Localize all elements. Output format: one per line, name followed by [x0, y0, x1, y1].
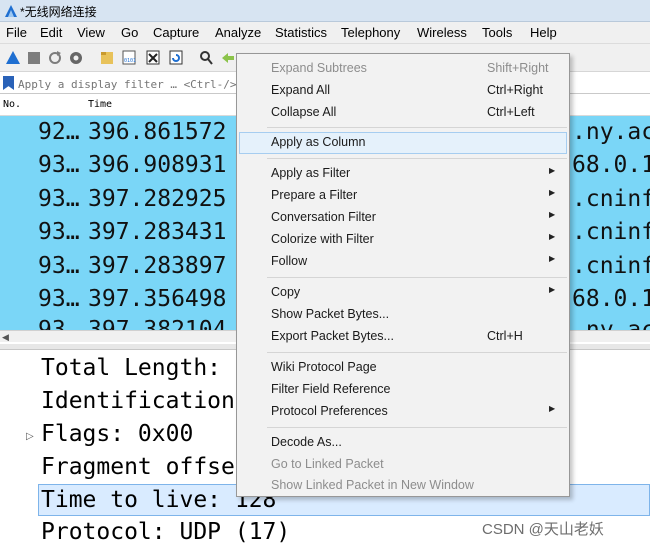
menu-wireless[interactable]: Wireless [417, 25, 467, 40]
packet-time: 397.283431 [88, 219, 227, 245]
watermark: CSDN @天山老妖 [482, 521, 604, 538]
options-icon[interactable] [68, 49, 84, 66]
menu-file[interactable]: File [6, 25, 27, 40]
menu-item-wiki-protocol-page[interactable]: Wiki Protocol Page [239, 357, 567, 378]
packet-time: 396.861572 [88, 119, 227, 145]
submenu-arrow-icon: ▶ [549, 232, 556, 241]
packet-number: 93… [38, 219, 80, 245]
menu-help[interactable]: Help [530, 25, 557, 40]
menu-item-expand-all[interactable]: Expand All Ctrl+Right [239, 80, 567, 101]
svg-text:0101: 0101 [124, 58, 136, 64]
menu-separator [267, 427, 567, 428]
menu-item-colorize-with-filter[interactable]: Colorize with Filter ▶ [239, 229, 567, 250]
submenu-arrow-icon: ▶ [549, 254, 556, 263]
menu-item-prepare-a-filter[interactable]: Prepare a Filter ▶ [239, 185, 567, 206]
packet-info: .cninf [572, 253, 650, 279]
bookmark-icon[interactable] [3, 76, 14, 90]
shark-fin-icon [5, 5, 17, 17]
column-header-no[interactable]: No. [3, 99, 21, 110]
submenu-arrow-icon: ▶ [549, 404, 556, 413]
menu-capture[interactable]: Capture [153, 25, 199, 40]
packet-info: 68.0.1 [572, 286, 650, 312]
detail-line[interactable]: Flags: 0x00 [41, 421, 193, 447]
menu-analyze[interactable]: Analyze [215, 25, 261, 40]
menu-item-expand-subtrees[interactable]: Expand Subtrees Shift+Right [239, 58, 567, 79]
packet-time: 397.382104 [88, 317, 227, 330]
find-icon[interactable] [198, 49, 214, 66]
restart-icon[interactable] [47, 49, 63, 66]
packet-time: 397.282925 [88, 186, 227, 212]
menu-item-apply-as-filter[interactable]: Apply as Filter ▶ [239, 163, 567, 184]
detail-line[interactable]: Identification [41, 388, 235, 414]
menu-separator [267, 127, 567, 128]
menu-item-collapse-all[interactable]: Collapse All Ctrl+Left [239, 102, 567, 123]
menu-item-export-packet-bytes[interactable]: Export Packet Bytes... Ctrl+H [239, 326, 567, 347]
packet-time: 397.356498 [88, 286, 227, 312]
title-bar: *无线网络连接 [0, 0, 650, 22]
menu-item-filter-field-reference[interactable]: Filter Field Reference [239, 379, 567, 400]
submenu-arrow-icon: ▶ [549, 188, 556, 197]
packet-number: 93… [38, 317, 80, 330]
packet-number: 93… [38, 253, 80, 279]
menu-telephony[interactable]: Telephony [341, 25, 400, 40]
menu-tools[interactable]: Tools [482, 25, 512, 40]
packet-info: .ny.ac [572, 317, 650, 330]
packet-time: 396.908931 [88, 152, 227, 178]
menu-item-show-packet-bytes[interactable]: Show Packet Bytes... [239, 304, 567, 325]
menu-item-apply-as-column[interactable]: Apply as Column [239, 132, 567, 154]
menu-bar: File Edit View Go Capture Analyze Statis… [0, 22, 650, 44]
packet-number: 93… [38, 152, 80, 178]
packet-info: .cninf [572, 186, 650, 212]
menu-separator [267, 277, 567, 278]
menu-separator [267, 352, 567, 353]
packet-number: 93… [38, 286, 80, 312]
context-menu: Expand Subtrees Shift+Right Expand All C… [236, 53, 570, 497]
scroll-left-icon[interactable]: ◀ [2, 332, 9, 343]
submenu-arrow-icon: ▶ [549, 210, 556, 219]
menu-separator [267, 158, 567, 159]
packet-number: 92… [38, 119, 80, 145]
open-file-icon[interactable] [99, 49, 115, 66]
back-icon[interactable] [220, 49, 236, 66]
menu-go[interactable]: Go [121, 25, 138, 40]
reload-icon[interactable] [168, 49, 184, 66]
menu-statistics[interactable]: Statistics [275, 25, 327, 40]
detail-line[interactable]: Fragment offse [41, 454, 235, 480]
packet-info: 68.0.1 [572, 152, 650, 178]
menu-item-go-to-linked-packet[interactable]: Go to Linked Packet [239, 454, 567, 475]
save-file-icon[interactable]: 0101 [121, 49, 137, 66]
menu-item-protocol-preferences[interactable]: Protocol Preferences ▶ [239, 401, 567, 422]
submenu-arrow-icon: ▶ [549, 166, 556, 175]
menu-item-show-linked-packet-new-window[interactable]: Show Linked Packet in New Window [239, 475, 567, 496]
expand-arrow-icon[interactable]: ▷ [26, 431, 34, 442]
detail-line[interactable]: Total Length: [41, 355, 221, 381]
window-title: *无线网络连接 [20, 5, 97, 19]
submenu-arrow-icon: ▶ [549, 285, 556, 294]
packet-number: 93… [38, 186, 80, 212]
stop-icon[interactable] [26, 49, 42, 66]
menu-edit[interactable]: Edit [40, 25, 62, 40]
packet-info: .cninf [572, 219, 650, 245]
column-header-time[interactable]: Time [88, 99, 112, 110]
packet-info: .ny.ac [572, 119, 650, 145]
menu-item-conversation-filter[interactable]: Conversation Filter ▶ [239, 207, 567, 228]
detail-line[interactable]: Protocol: UDP (17) [41, 519, 290, 545]
menu-view[interactable]: View [77, 25, 105, 40]
menu-item-follow[interactable]: Follow ▶ [239, 251, 567, 272]
shark-fin-icon[interactable] [5, 49, 21, 66]
close-file-icon[interactable] [145, 49, 161, 66]
packet-time: 397.283897 [88, 253, 227, 279]
menu-item-decode-as[interactable]: Decode As... [239, 432, 567, 453]
menu-item-copy[interactable]: Copy ▶ [239, 282, 567, 303]
